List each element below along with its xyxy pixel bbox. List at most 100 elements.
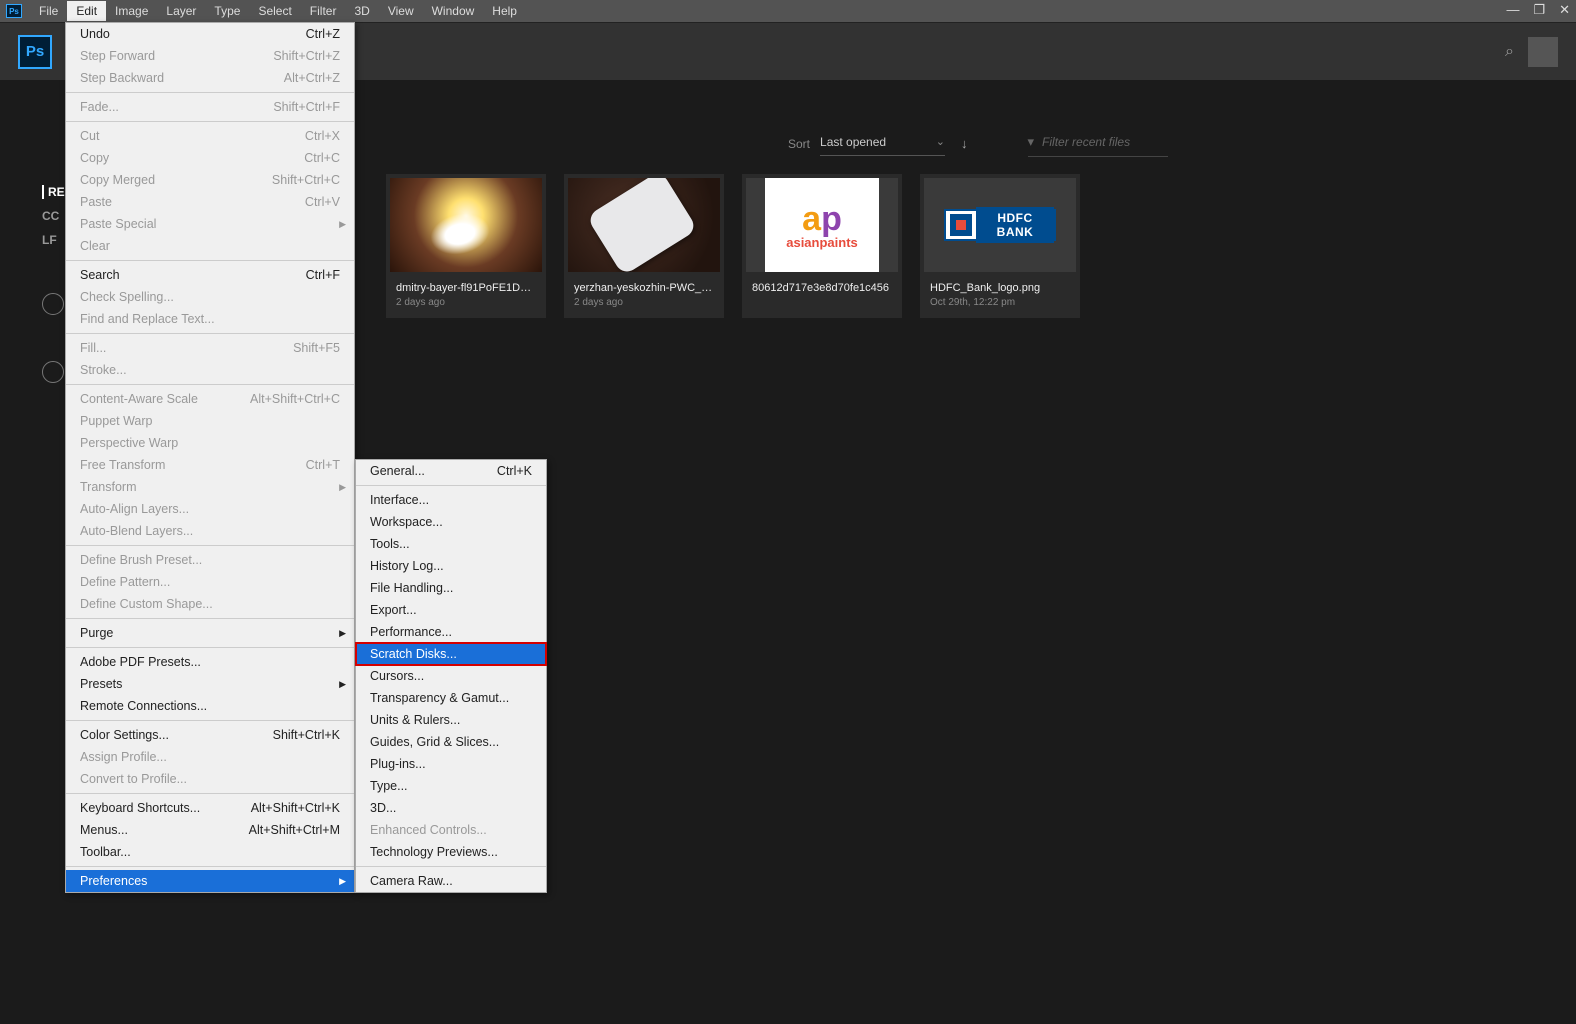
menu-item-puppet-warp: Puppet Warp [66, 410, 354, 432]
left-nav-item[interactable]: LF [42, 233, 65, 247]
menu-item-shortcut: Shift+Ctrl+K [273, 728, 340, 742]
menu-edit[interactable]: Edit [67, 1, 106, 21]
menu-item-auto-align-layers: Auto-Align Layers... [66, 498, 354, 520]
menu-item-toolbar[interactable]: Toolbar... [66, 841, 354, 863]
menu-item-convert-to-profile: Convert to Profile... [66, 768, 354, 790]
recent-file-card[interactable]: apasianpaints80612d717e3e8d70fe1c456 [742, 174, 902, 318]
left-nav-item[interactable]: CC [42, 209, 65, 223]
menu-item-remote-connections[interactable]: Remote Connections... [66, 695, 354, 717]
recent-file-card[interactable]: yerzhan-yeskozhin-PWC_…2 days ago [564, 174, 724, 318]
avatar[interactable] [1528, 37, 1558, 67]
menu-item-label: Presets [80, 677, 122, 691]
menu-item-label: Adobe PDF Presets... [80, 655, 201, 669]
separator [66, 793, 354, 794]
sort-select[interactable]: Last opened ⌄ [820, 131, 945, 156]
menu-item-undo[interactable]: UndoCtrl+Z [66, 23, 354, 45]
circle-button[interactable] [42, 293, 64, 315]
menu-item-interface[interactable]: Interface... [356, 489, 546, 511]
file-meta: 2 days ago [390, 297, 542, 308]
menu-view[interactable]: View [379, 1, 423, 21]
separator [356, 866, 546, 867]
menu-item-type[interactable]: Type... [356, 775, 546, 797]
minimize-icon[interactable]: — [1506, 2, 1519, 18]
menu-item-performance[interactable]: Performance... [356, 621, 546, 643]
submenu-arrow-icon: ▶ [339, 876, 346, 887]
menu-item-shortcut: Alt+Shift+Ctrl+C [250, 392, 340, 406]
menu-item-label: Units & Rulers... [370, 713, 460, 727]
menu-item-shortcut: Ctrl+T [306, 458, 340, 472]
menu-item-units-rulers[interactable]: Units & Rulers... [356, 709, 546, 731]
menu-item-technology-previews[interactable]: Technology Previews... [356, 841, 546, 863]
menu-item-scratch-disks[interactable]: Scratch Disks... [356, 643, 546, 665]
recent-file-card[interactable]: dmitry-bayer-fl91PoFE1DU…2 days ago [386, 174, 546, 318]
menu-layer[interactable]: Layer [157, 1, 205, 21]
sort-direction-icon[interactable]: ↓ [961, 136, 968, 151]
menu-item-preferences[interactable]: Preferences▶ [66, 870, 354, 892]
menu-item-paste: Paste Ctrl+V [66, 191, 354, 213]
menu-item-workspace[interactable]: Workspace... [356, 511, 546, 533]
separator [66, 92, 354, 93]
menu-item-fade: Fade...Shift+Ctrl+F [66, 96, 354, 118]
close-icon[interactable]: ✕ [1559, 2, 1570, 18]
file-title: 80612d717e3e8d70fe1c456 [746, 282, 898, 294]
menu-item-general[interactable]: General...Ctrl+K [356, 460, 546, 482]
menu-item-label: Scratch Disks... [370, 647, 457, 661]
menu-item-label: Fade... [80, 100, 119, 114]
filter-input[interactable]: ▾ Filter recent files [1028, 130, 1168, 157]
menu-item-label: Stroke... [80, 363, 127, 377]
menu-item-shortcut: Ctrl+X [305, 129, 340, 143]
menu-item-free-transform: Free TransformCtrl+T [66, 454, 354, 476]
menu-item-search[interactable]: SearchCtrl+F [66, 264, 354, 286]
menu-item-shortcut: Ctrl+V [305, 195, 340, 209]
menu-item-label: Assign Profile... [80, 750, 167, 764]
menu-item-define-brush-preset: Define Brush Preset... [66, 549, 354, 571]
menu-item-label: History Log... [370, 559, 444, 573]
menu-item-label: Auto-Align Layers... [80, 502, 189, 516]
menu-item-purge[interactable]: Purge▶ [66, 622, 354, 644]
menu-item-presets[interactable]: Presets▶ [66, 673, 354, 695]
left-nav-title[interactable]: RE [42, 185, 65, 199]
menu-item-assign-profile: Assign Profile... [66, 746, 354, 768]
menu-file[interactable]: File [30, 1, 67, 21]
menu-item-copy-merged: Copy Merged Shift+Ctrl+C [66, 169, 354, 191]
menu-help[interactable]: Help [483, 1, 526, 21]
menu-select[interactable]: Select [249, 1, 300, 21]
menu-item-shortcut: Shift+F5 [293, 341, 340, 355]
menu-item-plug-ins[interactable]: Plug-ins... [356, 753, 546, 775]
separator [66, 720, 354, 721]
menu-item-shortcut: Shift+Ctrl+Z [273, 49, 340, 63]
menu-item-label: Workspace... [370, 515, 443, 529]
menu-item-adobe-pdf-presets[interactable]: Adobe PDF Presets... [66, 651, 354, 673]
maximize-icon[interactable]: ❐ [1533, 2, 1545, 18]
menu-item-label: Paste [80, 195, 112, 209]
circle-button[interactable] [42, 361, 64, 383]
menu-item-cursors[interactable]: Cursors... [356, 665, 546, 687]
menu-item-label: Copy Merged [80, 173, 155, 187]
recent-file-card[interactable]: HDFC BANKHDFC_Bank_logo.pngOct 29th, 12:… [920, 174, 1080, 318]
menu-item-color-settings[interactable]: Color Settings...Shift+Ctrl+K [66, 724, 354, 746]
menu-type[interactable]: Type [205, 1, 249, 21]
menu-item-tools[interactable]: Tools... [356, 533, 546, 555]
menu-item-file-handling[interactable]: File Handling... [356, 577, 546, 599]
menu-item-history-log[interactable]: History Log... [356, 555, 546, 577]
search-icon[interactable]: ⌕ [1505, 43, 1514, 61]
menu-image[interactable]: Image [106, 1, 157, 21]
menu-item-camera-raw[interactable]: Camera Raw... [356, 870, 546, 892]
menu-filter[interactable]: Filter [301, 1, 346, 21]
menu-item-shortcut: Ctrl+Z [306, 27, 340, 41]
menu-item-label: Find and Replace Text... [80, 312, 215, 326]
menu-window[interactable]: Window [423, 1, 484, 21]
menu-item-3d[interactable]: 3D... [356, 797, 546, 819]
menu-item-label: Perspective Warp [80, 436, 178, 450]
menu-item-cut: CutCtrl+X [66, 125, 354, 147]
menu-item-keyboard-shortcuts[interactable]: Keyboard Shortcuts...Alt+Shift+Ctrl+K [66, 797, 354, 819]
menu-3d[interactable]: 3D [345, 1, 378, 21]
menu-item-export[interactable]: Export... [356, 599, 546, 621]
menu-item-shortcut: Shift+Ctrl+C [272, 173, 340, 187]
file-title: yerzhan-yeskozhin-PWC_… [568, 282, 720, 294]
menu-item-label: Check Spelling... [80, 290, 174, 304]
menu-item-clear: Clear [66, 235, 354, 257]
menu-item-transparency-gamut[interactable]: Transparency & Gamut... [356, 687, 546, 709]
menu-item-guides-grid-slices[interactable]: Guides, Grid & Slices... [356, 731, 546, 753]
menu-item-menus[interactable]: Menus...Alt+Shift+Ctrl+M [66, 819, 354, 841]
